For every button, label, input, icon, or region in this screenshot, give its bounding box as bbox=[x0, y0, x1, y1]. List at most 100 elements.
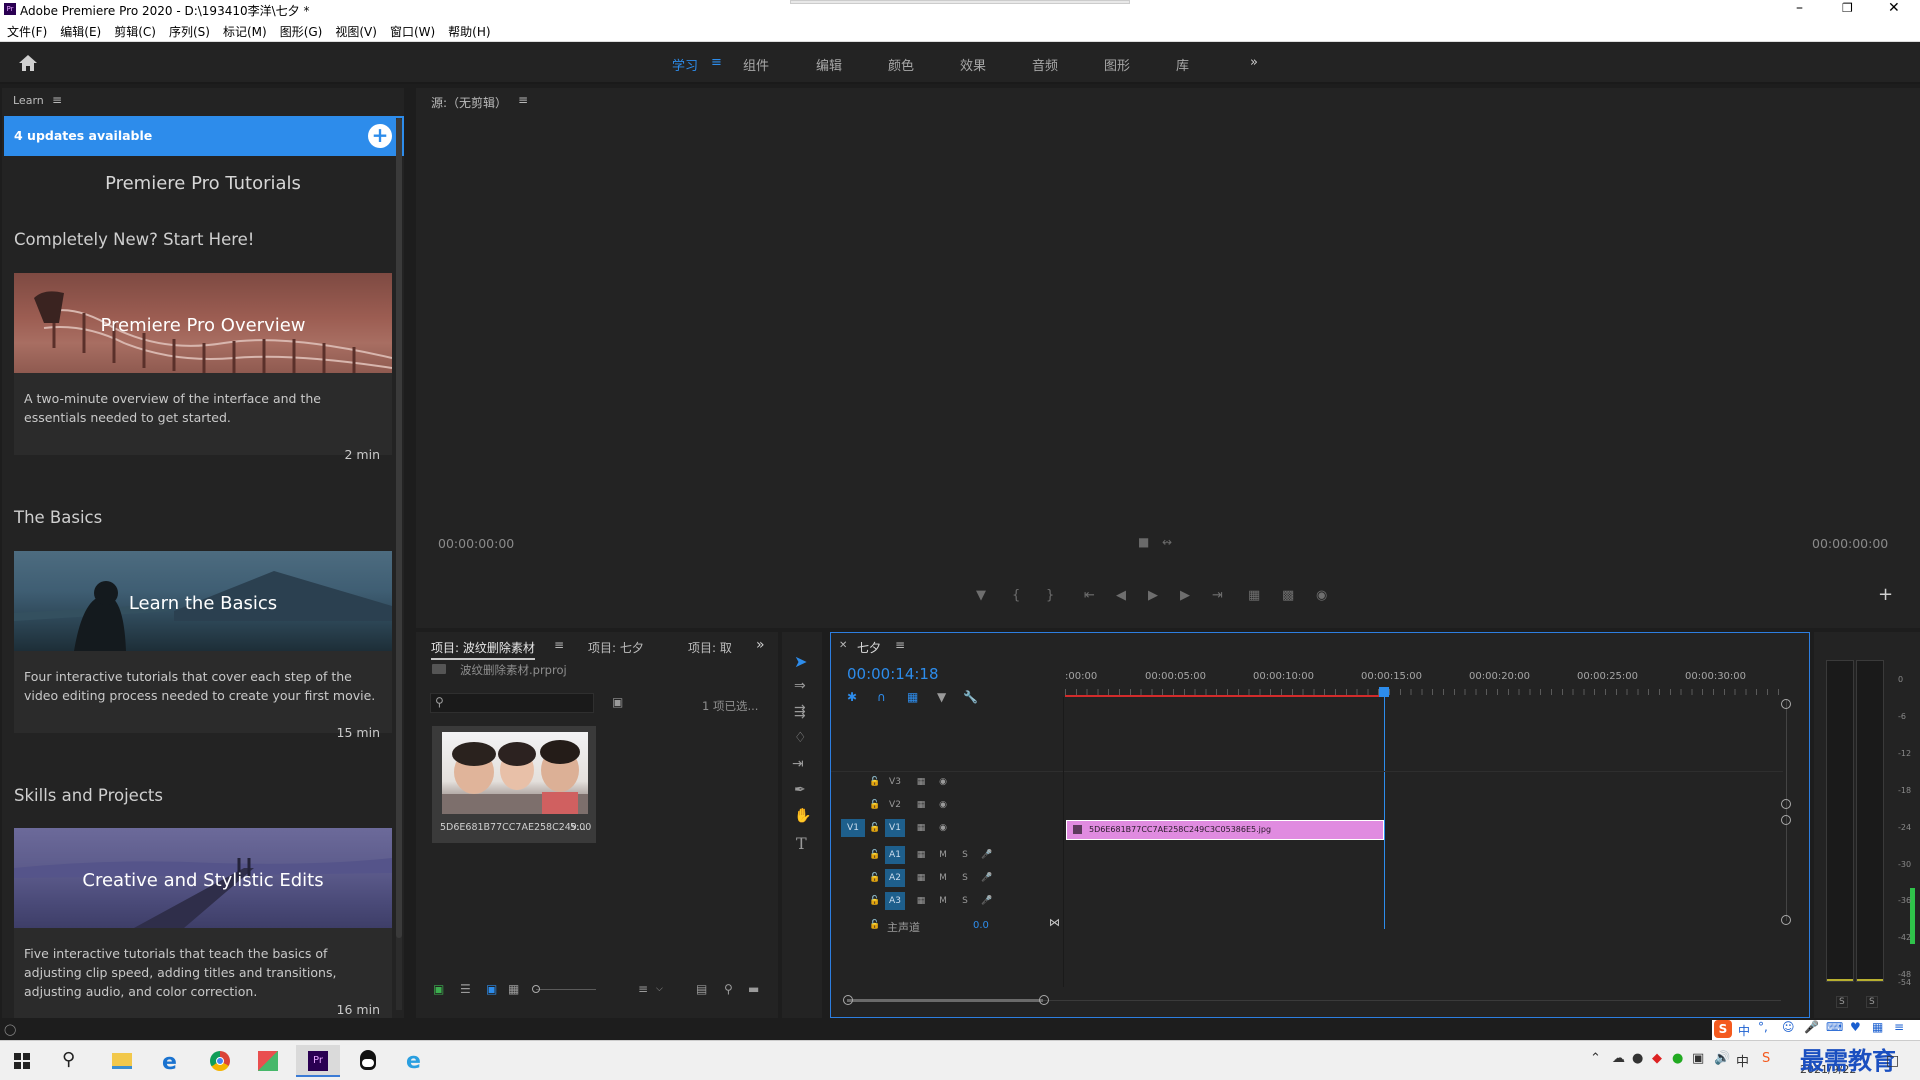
eye-icon[interactable]: ◉ bbox=[933, 773, 953, 791]
workspace-editing[interactable]: 编辑 bbox=[816, 55, 842, 74]
video-clip[interactable]: 5D6E681B77CC7AE258C249C3C05386E5.jpg bbox=[1066, 820, 1384, 840]
solo-button[interactable]: S bbox=[955, 846, 975, 864]
source-patch-v1[interactable]: V1 bbox=[841, 819, 865, 837]
solo-left-button[interactable]: S bbox=[1836, 996, 1848, 1008]
workspace-color[interactable]: 颜色 bbox=[888, 55, 914, 74]
keyboard-icon[interactable]: ⌨ bbox=[1826, 1020, 1843, 1034]
menu-edit[interactable]: 编辑(E) bbox=[53, 20, 107, 40]
frame-icon[interactable]: ■ bbox=[1138, 535, 1149, 549]
sort-dropdown-icon[interactable]: ⌵ bbox=[656, 984, 663, 994]
wrench-icon[interactable]: 🔧 bbox=[963, 690, 978, 704]
eye-icon[interactable]: ◉ bbox=[933, 819, 953, 837]
pen-tool-icon[interactable]: ✒ bbox=[794, 782, 806, 798]
qq-tray-icon[interactable]: ● bbox=[1632, 1051, 1643, 1066]
insert-icon[interactable]: ▦ bbox=[1248, 588, 1260, 603]
sync-lock-icon[interactable]: ▦ bbox=[911, 796, 931, 814]
skin-icon[interactable]: ♥ bbox=[1850, 1020, 1861, 1034]
add-icon[interactable]: + bbox=[368, 124, 392, 148]
track-label[interactable]: A2 bbox=[885, 869, 905, 887]
sort-icon[interactable]: ≡ bbox=[638, 982, 648, 996]
sogou-icon[interactable]: S bbox=[1714, 1020, 1732, 1038]
track-lock-icon[interactable]: 🔓 bbox=[865, 869, 885, 887]
new-bin-search-icon[interactable]: ▣ bbox=[612, 695, 623, 709]
workspace-graphics[interactable]: 图形 bbox=[1104, 55, 1130, 74]
input-method-icon[interactable]: 中 bbox=[1736, 1051, 1749, 1070]
playhead-timecode[interactable]: 00:00:14:18 bbox=[847, 665, 939, 683]
file-explorer-icon[interactable] bbox=[100, 1045, 144, 1077]
track-select-tool-icon[interactable]: ⇒ bbox=[794, 678, 806, 694]
menu-window[interactable]: 窗口(W) bbox=[383, 20, 441, 40]
edge-browser-icon[interactable]: e bbox=[150, 1045, 194, 1077]
linked-selection-icon[interactable]: ▦ bbox=[907, 690, 918, 704]
track-lock-icon[interactable]: 🔓 bbox=[865, 819, 885, 837]
mark-in-icon[interactable]: { bbox=[1012, 588, 1020, 603]
track-lock-icon[interactable]: 🔓 bbox=[865, 846, 885, 864]
freeform-view-icon[interactable]: ▦ bbox=[508, 982, 519, 996]
menu-file[interactable]: 文件(F) bbox=[0, 20, 53, 40]
menu-help[interactable]: 帮助(H) bbox=[441, 20, 496, 40]
zoom-slider[interactable] bbox=[532, 985, 596, 993]
menu-sequence[interactable]: 序列(S) bbox=[162, 20, 216, 40]
more-tabs-icon[interactable]: » bbox=[756, 637, 765, 653]
go-to-out-icon[interactable]: ⇥ bbox=[1212, 588, 1223, 603]
updates-banner[interactable]: 4 updates available + bbox=[4, 116, 404, 156]
mute-button[interactable]: M bbox=[933, 846, 953, 864]
ime-mode[interactable]: 中 bbox=[1738, 1022, 1750, 1039]
track-label[interactable]: A1 bbox=[885, 846, 905, 864]
workspace-effects[interactable]: 效果 bbox=[960, 55, 986, 74]
qq-icon[interactable] bbox=[346, 1045, 390, 1077]
time-ruler[interactable]: :00:00 00:00:05:00 00:00:10:00 00:00:15:… bbox=[1065, 667, 1785, 697]
menu-view[interactable]: 视图(V) bbox=[328, 20, 383, 40]
drag-audio-icon[interactable]: ↭ bbox=[1162, 535, 1172, 549]
mark-out-icon[interactable]: } bbox=[1046, 588, 1054, 603]
sync-lock-icon[interactable]: ▦ bbox=[911, 773, 931, 791]
premiere-taskbar-icon[interactable]: Pr bbox=[296, 1045, 340, 1077]
list-view-icon[interactable]: ☰ bbox=[460, 982, 471, 996]
master-volume-value[interactable]: 0.0 bbox=[973, 920, 989, 931]
tutorial-card-overview[interactable]: Premiere Pro Overview A two-minute overv… bbox=[14, 273, 392, 462]
vertical-scrollbar[interactable] bbox=[1781, 699, 1791, 925]
project-search-input[interactable]: ⚲ bbox=[430, 693, 594, 713]
minimize-icon[interactable]: – bbox=[1796, 0, 1803, 16]
wechat-tray-icon[interactable]: ● bbox=[1672, 1051, 1683, 1066]
ime-toolbar[interactable]: S 中 °, ☺ 🎤 ⌨ ♥ ▦ ≡ bbox=[1712, 1020, 1920, 1040]
icon-view-icon[interactable]: ▣ bbox=[486, 982, 497, 996]
workspace-libraries[interactable]: 库 bbox=[1176, 55, 1189, 74]
tutorial-card-basics[interactable]: Learn the Basics Four interactive tutori… bbox=[14, 551, 392, 740]
find-icon[interactable]: ⚲ bbox=[724, 982, 733, 996]
selection-tool-icon[interactable]: ➤ bbox=[794, 652, 807, 671]
lock-icon[interactable]: ▣ bbox=[433, 982, 444, 996]
track-label[interactable]: V2 bbox=[885, 796, 905, 814]
panel-menu-icon[interactable]: ≡ bbox=[554, 638, 564, 652]
mute-button[interactable]: M bbox=[933, 892, 953, 910]
type-tool-icon[interactable]: T bbox=[796, 834, 807, 853]
sync-lock-icon[interactable]: ▦ bbox=[911, 819, 931, 837]
new-bin-icon[interactable]: ▬ bbox=[748, 982, 759, 996]
panel-menu-icon[interactable]: ≡ bbox=[518, 93, 528, 107]
toolbox-icon[interactable]: ▦ bbox=[1872, 1020, 1883, 1034]
track-label[interactable]: V1 bbox=[885, 819, 905, 837]
step-back-icon[interactable]: ◀ bbox=[1116, 588, 1126, 603]
ie-browser-icon[interactable]: e bbox=[394, 1045, 438, 1077]
project-tab-active[interactable]: 项目: 波纹删除素材 bbox=[431, 639, 535, 660]
export-frame-icon[interactable]: ◉ bbox=[1316, 588, 1327, 603]
notification-icon[interactable]: □ bbox=[1886, 1053, 1899, 1069]
tray-expand-icon[interactable]: ⌃ bbox=[1590, 1051, 1601, 1066]
emoji-icon[interactable]: ☺ bbox=[1782, 1020, 1795, 1034]
playhead-marker-icon[interactable] bbox=[1379, 687, 1389, 697]
horizontal-scrollbar[interactable] bbox=[843, 995, 1781, 1005]
restore-icon[interactable]: ❐ bbox=[1842, 1, 1853, 15]
sequence-tab[interactable]: 七夕 bbox=[857, 639, 881, 656]
sync-lock-icon[interactable]: ▦ bbox=[911, 846, 931, 864]
learn-scrollbar[interactable] bbox=[396, 118, 402, 1010]
panel-menu-icon[interactable]: ≡ bbox=[52, 93, 62, 107]
nest-icon[interactable]: ✱ bbox=[847, 690, 857, 704]
track-lock-icon[interactable]: 🔓 bbox=[865, 773, 885, 791]
close-icon[interactable]: ✕ bbox=[1888, 0, 1900, 16]
search-icon[interactable]: ⚲ bbox=[62, 1049, 75, 1070]
add-marker-icon[interactable]: ▼ bbox=[937, 690, 946, 704]
menu-graphics[interactable]: 图形(G) bbox=[273, 20, 329, 40]
sync-lock-icon[interactable]: ▦ bbox=[911, 869, 931, 887]
step-forward-icon[interactable]: ▶ bbox=[1180, 588, 1190, 603]
solo-button[interactable]: S bbox=[955, 869, 975, 887]
